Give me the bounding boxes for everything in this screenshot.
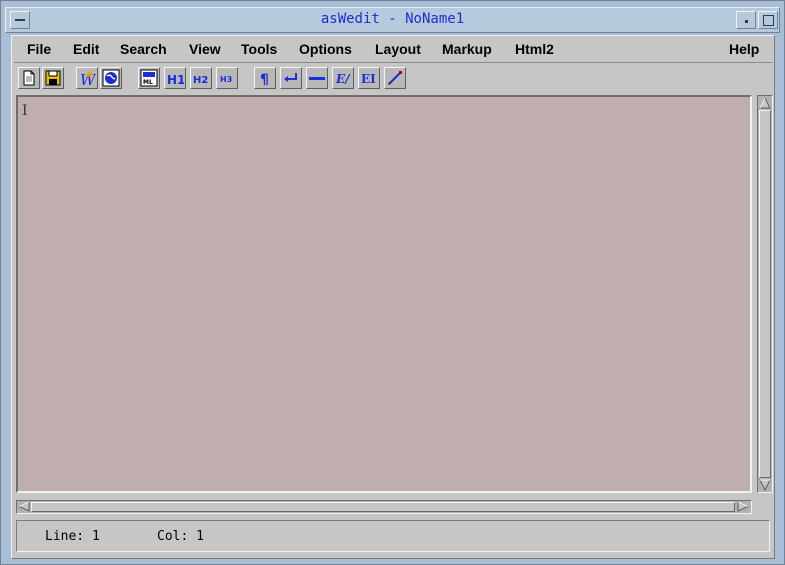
html-tag-icon: ML	[140, 69, 158, 87]
horizontal-scrollbar[interactable]	[16, 500, 752, 514]
preview-button[interactable]	[100, 67, 122, 89]
menu-layout[interactable]: Layout	[375, 41, 421, 57]
toolbar: W ML H1 H2 H3 ¶ E/ EI	[14, 65, 772, 93]
h1-heading-icon: H1	[167, 73, 184, 87]
wizard-button[interactable]: W	[76, 67, 98, 89]
menu-tools[interactable]: Tools	[241, 41, 277, 57]
menu-bar: File Edit Search View Tools Options Layo…	[14, 37, 772, 63]
horizontal-rule-icon	[309, 77, 325, 80]
svg-text:H2: H2	[193, 75, 208, 86]
menu-options[interactable]: Options	[299, 41, 352, 57]
new-document-icon	[23, 70, 35, 86]
link-button[interactable]	[384, 67, 406, 89]
status-line: Line: 1	[45, 529, 100, 544]
save-disk-icon	[45, 70, 61, 86]
application-window: asWedit - NoName1 File Edit Search View …	[0, 0, 785, 565]
arrow-left-icon	[18, 501, 30, 512]
menu-view[interactable]: View	[189, 41, 221, 57]
h3-heading-icon: H3	[220, 75, 232, 84]
svg-text:H3: H3	[220, 75, 232, 84]
maximize-button[interactable]	[758, 11, 778, 29]
preview-globe-icon	[102, 69, 120, 87]
scroll-right-arrow[interactable]	[737, 501, 749, 512]
app-body: File Edit Search View Tools Options Layo…	[11, 35, 775, 559]
menu-file[interactable]: File	[27, 41, 51, 57]
svg-text:E/: E/	[335, 72, 351, 86]
scroll-down-arrow[interactable]	[759, 479, 771, 491]
arrow-right-icon	[737, 501, 749, 512]
vertical-scroll-thumb[interactable]	[759, 110, 771, 478]
emphasis-button[interactable]: E/	[332, 67, 354, 89]
svg-text:¶: ¶	[260, 72, 269, 87]
scroll-up-arrow[interactable]	[759, 97, 771, 109]
status-column: Col: 1	[157, 529, 204, 544]
heading1-button[interactable]: H1	[164, 67, 186, 89]
save-button[interactable]	[42, 67, 64, 89]
svg-text:EI: EI	[361, 72, 376, 86]
line-break-button[interactable]	[280, 67, 302, 89]
menu-html2[interactable]: Html2	[515, 41, 554, 57]
h2-heading-icon: H2	[193, 75, 208, 86]
paragraph-button[interactable]: ¶	[254, 67, 276, 89]
link-pen-icon	[388, 71, 402, 85]
scroll-left-arrow[interactable]	[18, 501, 30, 512]
maximize-icon	[763, 15, 774, 26]
line-break-icon	[284, 73, 297, 82]
menu-markup[interactable]: Markup	[442, 41, 492, 57]
heading2-button[interactable]: H2	[190, 67, 212, 89]
arrow-up-icon	[759, 97, 771, 109]
vertical-scrollbar[interactable]	[757, 95, 773, 493]
strong-icon: EI	[361, 72, 376, 86]
text-editor[interactable]: I	[16, 95, 752, 493]
new-document-button[interactable]	[18, 67, 40, 89]
status-bar: Line: 1 Col: 1	[16, 520, 770, 552]
strong-button[interactable]: EI	[358, 67, 380, 89]
heading3-button[interactable]: H3	[216, 67, 238, 89]
emphasis-icon: E/	[335, 72, 351, 86]
horizontal-scroll-thumb[interactable]	[31, 502, 735, 512]
menu-search[interactable]: Search	[120, 41, 167, 57]
arrow-down-icon	[759, 479, 771, 491]
html-tag-button[interactable]: ML	[138, 67, 160, 89]
text-cursor: I	[22, 103, 28, 119]
menu-help[interactable]: Help	[729, 41, 759, 57]
svg-text:ML: ML	[143, 79, 153, 86]
wizard-icon: W	[80, 70, 96, 87]
title-bar[interactable]: asWedit - NoName1	[5, 7, 780, 33]
menu-edit[interactable]: Edit	[73, 41, 99, 57]
minimize-icon	[745, 20, 748, 23]
minimize-button[interactable]	[736, 11, 756, 29]
svg-text:H1: H1	[167, 73, 184, 87]
paragraph-icon: ¶	[260, 72, 269, 87]
horizontal-rule-button[interactable]	[306, 67, 328, 89]
window-title: asWedit - NoName1	[320, 11, 465, 27]
